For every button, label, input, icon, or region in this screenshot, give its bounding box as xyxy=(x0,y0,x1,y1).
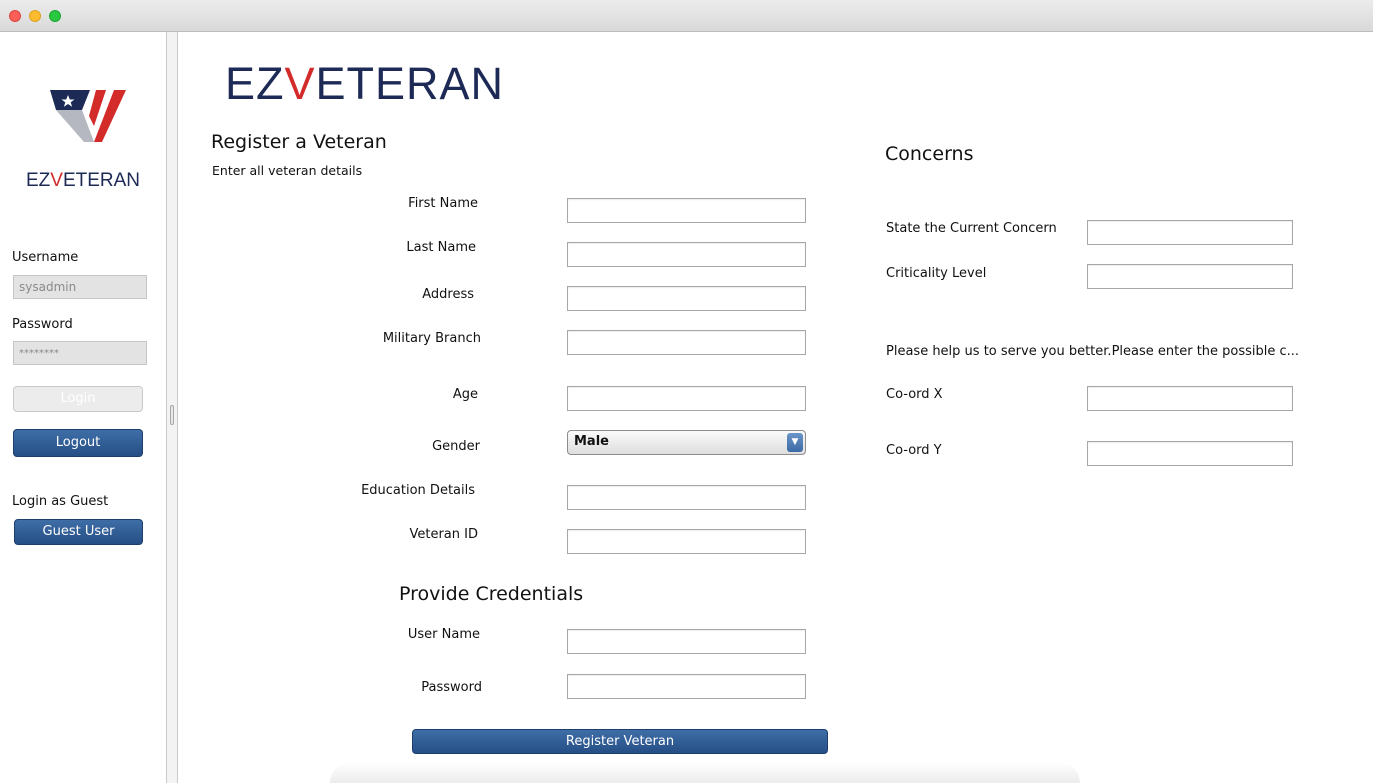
current-concern-label: State the Current Concern xyxy=(886,221,1057,236)
logout-button[interactable]: Logout xyxy=(13,429,143,457)
credentials-section-title: Provide Credentials xyxy=(399,583,584,605)
splitter-grip-handle[interactable] xyxy=(170,405,174,425)
dropdown-arrow-icon: ▼ xyxy=(787,433,803,452)
username-field[interactable]: sysadmin xyxy=(13,275,147,299)
coord-y-input[interactable] xyxy=(1087,441,1293,466)
age-label: Age xyxy=(452,387,478,402)
last-name-input[interactable] xyxy=(567,242,806,267)
user-name-input[interactable] xyxy=(567,629,806,654)
address-label: Address xyxy=(422,287,474,302)
education-details-input[interactable] xyxy=(567,485,806,510)
veteran-id-label: Veteran ID xyxy=(409,527,478,542)
coord-x-label: Co-ord X xyxy=(886,387,943,402)
current-concern-input[interactable] xyxy=(1087,220,1293,245)
username-label: Username xyxy=(12,250,79,265)
ez-veteran-logo-icon xyxy=(50,90,126,142)
window-titlebar xyxy=(0,0,1373,32)
sidebar: EZVETERAN Username sysadmin Password ***… xyxy=(0,32,166,783)
header-brand-wordmark: EZVETERAN xyxy=(225,58,505,109)
close-window-button[interactable] xyxy=(9,10,21,22)
user-name-label: User Name xyxy=(407,627,480,642)
gender-selected-value: Male xyxy=(574,434,609,449)
password-label: Password xyxy=(12,317,73,332)
bottom-panel-edge xyxy=(330,762,1080,783)
last-name-label: Last Name xyxy=(406,240,476,255)
register-veteran-button[interactable]: Register Veteran xyxy=(412,729,828,754)
guest-user-button[interactable]: Guest User xyxy=(14,519,143,545)
credential-password-input[interactable] xyxy=(567,674,806,699)
sidebar-brand-wordmark: EZVETERAN xyxy=(25,170,141,191)
first-name-label: First Name xyxy=(408,196,478,211)
coord-y-label: Co-ord Y xyxy=(886,443,942,458)
register-section-title: Register a Veteran xyxy=(211,131,387,153)
first-name-input[interactable] xyxy=(567,198,806,223)
split-pane-divider[interactable] xyxy=(166,32,178,783)
education-details-label: Education Details xyxy=(361,483,475,498)
concerns-section-title: Concerns xyxy=(885,143,974,165)
login-button[interactable]: Login xyxy=(13,386,143,412)
minimize-window-button[interactable] xyxy=(29,10,41,22)
address-input[interactable] xyxy=(567,286,806,311)
veteran-id-input[interactable] xyxy=(567,529,806,554)
register-subtitle: Enter all veteran details xyxy=(212,163,363,178)
gender-label: Gender xyxy=(432,439,480,454)
criticality-level-input[interactable] xyxy=(1087,264,1293,289)
age-input[interactable] xyxy=(567,386,806,411)
zoom-window-button[interactable] xyxy=(49,10,61,22)
military-branch-label: Military Branch xyxy=(382,331,481,346)
coordinates-help-text: Please help us to serve you better.Pleas… xyxy=(886,344,1300,359)
coord-x-input[interactable] xyxy=(1087,386,1293,411)
credential-password-label: Password xyxy=(421,680,482,695)
password-field[interactable]: ******** xyxy=(13,341,147,365)
criticality-level-label: Criticality Level xyxy=(886,266,987,281)
military-branch-input[interactable] xyxy=(567,330,806,355)
guest-login-heading: Login as Guest xyxy=(12,494,109,509)
gender-select[interactable]: Male ▼ xyxy=(567,430,806,455)
